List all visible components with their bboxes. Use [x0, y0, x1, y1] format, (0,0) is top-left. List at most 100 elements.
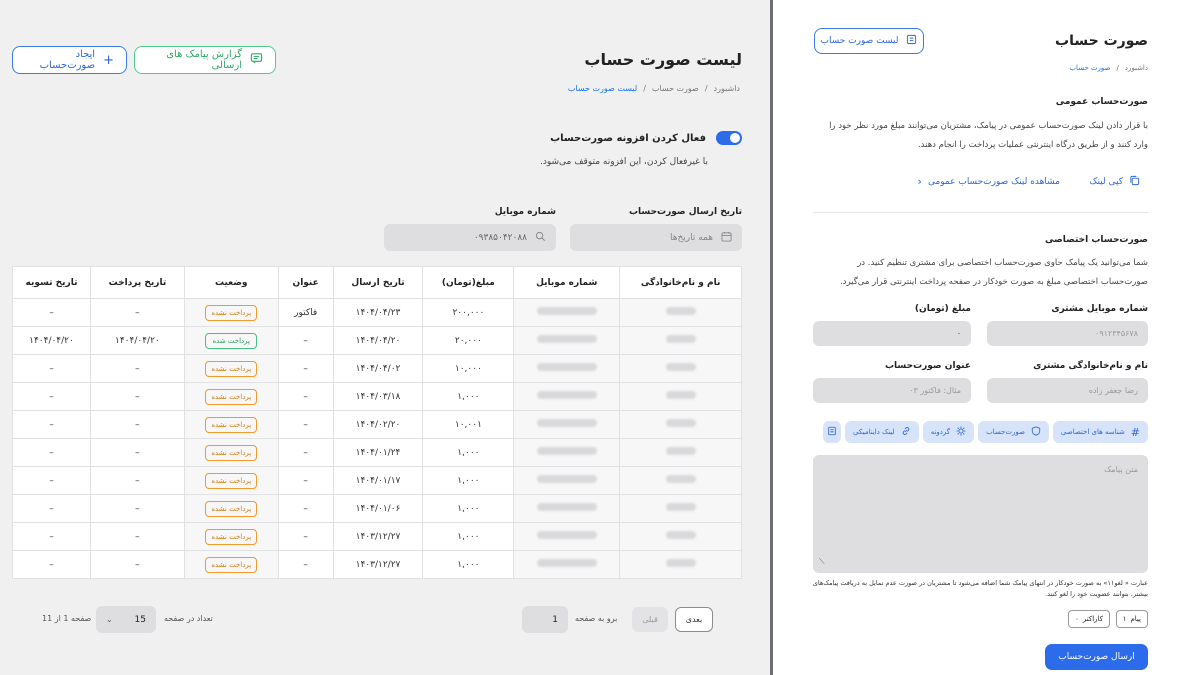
cell-title: –	[277, 522, 334, 551]
breadcrumb-dashboard[interactable]: داشبورد	[1125, 64, 1148, 72]
cell-mobile	[513, 466, 621, 495]
table-row[interactable]: ۱۰,۰۰۱ ۱۴۰۴/۰۲/۲۰– پرداخت نشده – –	[12, 410, 742, 439]
table-row[interactable]: ۱,۰۰۰ ۱۴۰۴/۰۱/۱۷– پرداخت نشده – –	[12, 466, 742, 495]
amount-input[interactable]: ۰	[813, 321, 971, 346]
cell-title: –	[277, 550, 334, 579]
cell-name	[619, 410, 742, 439]
redacted-name	[665, 447, 696, 455]
message-textarea[interactable]: متن پیامک ⟋	[813, 455, 1148, 573]
cell-name	[619, 354, 742, 383]
shield-icon	[1031, 426, 1041, 438]
sms-report-button[interactable]: گزارش پیامک های ارسالی	[134, 46, 276, 74]
create-invoice-button[interactable]: + ایجاد صورت‌حساب	[12, 46, 127, 74]
page-info: صفحه 1 از 11	[42, 614, 92, 623]
table-row[interactable]: ۱,۰۰۰ ۱۴۰۴/۰۱/۲۴– پرداخت نشده – –	[12, 438, 742, 467]
cell-title: –	[277, 354, 334, 383]
per-page-select[interactable]: 15 ⌄	[96, 606, 156, 633]
chip-wheel[interactable]: گردونه	[922, 421, 975, 443]
invoice-table: نام و نام‌خانوادگی شماره موبایل مبلغ(توم…	[12, 266, 742, 579]
table-row[interactable]: ۱,۰۰۰ ۱۴۰۳/۱۲/۲۷– پرداخت نشده – –	[12, 522, 742, 551]
next-page-button[interactable]: بعدی	[675, 607, 713, 632]
toggle-help-text: با غیرفعال کردن، این افزونه متوقف می‌شود…	[540, 157, 708, 167]
message-tag-bar: # شناسه های اختصاصی صورت‌حساب گردونه لی	[813, 420, 1148, 444]
redacted-name	[665, 307, 696, 315]
status-badge: پرداخت نشده	[205, 500, 258, 517]
chip-dynamic-link[interactable]: لینک داینامیکی	[845, 421, 919, 443]
table-header-row: نام و نام‌خانوادگی شماره موبایل مبلغ(توم…	[12, 266, 742, 299]
cell-mobile	[513, 522, 621, 551]
cell-pay-date: –	[89, 550, 185, 579]
cell-mobile	[513, 298, 621, 327]
cell-settle-date: –	[12, 410, 91, 439]
cell-pay-date: –	[89, 466, 185, 495]
cell-amount: ۱,۰۰۰	[422, 494, 515, 523]
message-report-icon	[250, 52, 263, 69]
col-title: عنوان	[277, 266, 334, 299]
status-badge: پرداخت نشده	[205, 444, 258, 461]
send-invoice-button[interactable]: ارسال صورت‌حساب	[1045, 644, 1148, 670]
cell-settle-date: –	[12, 494, 91, 523]
table-row[interactable]: ۱,۰۰۰ ۱۴۰۴/۰۳/۱۸– پرداخت نشده – –	[12, 382, 742, 411]
cell-settle-date: –	[12, 466, 91, 495]
view-public-link-button[interactable]: مشاهده لینک صورت‌حساب عمومی ‹	[918, 175, 1060, 188]
resize-grip-icon[interactable]: ⟋	[819, 557, 825, 567]
status-badge: پرداخت نشده	[205, 556, 258, 573]
chip-invoice[interactable]: صورت‌حساب	[978, 421, 1049, 443]
plus-icon: +	[103, 52, 114, 68]
redacted-mobile	[536, 363, 597, 371]
table-row[interactable]: ۱,۰۰۰ ۱۴۰۴/۰۱/۰۶– پرداخت نشده – –	[12, 494, 742, 523]
redacted-name	[665, 335, 696, 343]
chevron-left-icon: ‹	[917, 175, 922, 188]
invoice-list-button[interactable]: لیست صورت حساب	[814, 28, 924, 54]
mobile-filter-input[interactable]: ۰۹۳۸۵۰۴۲۰۸۸	[384, 224, 556, 251]
customer-mobile-input[interactable]: ۰۹۱۲۳۴۵۶۷۸	[987, 321, 1148, 346]
redacted-name	[665, 475, 696, 483]
cell-sent-date: ۱۴۰۴/۰۴/۰۲	[332, 354, 424, 383]
cell-title: –	[277, 326, 334, 355]
date-filter-input[interactable]: همه تاریخ‌ها	[570, 224, 742, 251]
document-icon	[827, 426, 837, 438]
breadcrumb-dashboard[interactable]: داشبورد	[714, 84, 740, 93]
goto-page-input[interactable]: 1	[522, 606, 568, 633]
table-row[interactable]: ۱۰,۰۰۰ ۱۴۰۴/۰۴/۰۲– پرداخت نشده – –	[12, 354, 742, 383]
cell-sent-date: ۱۴۰۴/۰۲/۲۰	[332, 410, 424, 439]
status-badge: پرداخت شده	[205, 332, 258, 349]
customer-name-label: نام و نام‌خانوادگی مشتری	[1033, 361, 1148, 371]
redacted-mobile	[536, 307, 597, 315]
invoice-title-label: عنوان صورت‌حساب	[885, 361, 971, 371]
table-row[interactable]: ۲۰۰,۰۰۰ ۱۴۰۴/۰۴/۲۳ فاکتور پرداخت نشده – –	[12, 298, 742, 327]
cell-title: فاکتور	[277, 298, 334, 327]
chip-more[interactable]	[823, 421, 842, 443]
copy-link-button[interactable]: کپی لینک	[1089, 175, 1140, 189]
invoice-list-panel: + ایجاد صورت‌حساب گزارش پیامک های ارسالی…	[0, 0, 770, 675]
cell-name	[619, 522, 742, 551]
col-pay-date: تاریخ پرداخت	[89, 266, 185, 299]
cell-sent-date: ۱۴۰۴/۰۱/۰۶	[332, 494, 424, 523]
cell-settle-date: ۱۴۰۴/۰۴/۲۰	[12, 326, 91, 355]
redacted-mobile	[536, 419, 597, 427]
cell-status: پرداخت نشده	[183, 466, 279, 495]
plugin-toggle[interactable]	[716, 131, 742, 145]
status-badge: پرداخت نشده	[205, 416, 258, 433]
cell-amount: ۱,۰۰۰	[422, 382, 515, 411]
cell-status: پرداخت نشده	[183, 298, 279, 327]
customer-name-input[interactable]: رضا جعفر زاده	[987, 378, 1148, 403]
breadcrumb-invoice[interactable]: صورت حساب	[652, 84, 699, 93]
cell-mobile	[513, 550, 621, 579]
redacted-mobile	[536, 447, 597, 455]
cell-settle-date: –	[12, 354, 91, 383]
col-sent-date: تاریخ ارسال	[332, 266, 424, 299]
redacted-mobile	[536, 531, 597, 539]
table-row[interactable]: ۱,۰۰۰ ۱۴۰۳/۱۲/۲۷– پرداخت نشده – –	[12, 550, 742, 579]
public-invoice-heading: صورت‌حساب عمومی	[1055, 97, 1148, 107]
prev-page-button[interactable]: قبلی	[632, 607, 668, 632]
invoice-title-input[interactable]: مثال: فاکتور ۰۳	[813, 378, 971, 403]
table-row[interactable]: ۲۰,۰۰۰ ۱۴۰۴/۰۴/۲۰– پرداخت شده ۱۴۰۴/۰۴/۲۰ ۱۴۰…	[12, 326, 742, 355]
col-mobile: شماره موبایل	[513, 266, 621, 299]
cell-status: پرداخت نشده	[183, 550, 279, 579]
cell-settle-date: –	[12, 522, 91, 551]
chip-custom-tags[interactable]: # شناسه های اختصاصی	[1052, 421, 1148, 443]
cell-pay-date: –	[89, 522, 185, 551]
cell-status: پرداخت نشده	[183, 494, 279, 523]
link-icon	[901, 426, 911, 438]
